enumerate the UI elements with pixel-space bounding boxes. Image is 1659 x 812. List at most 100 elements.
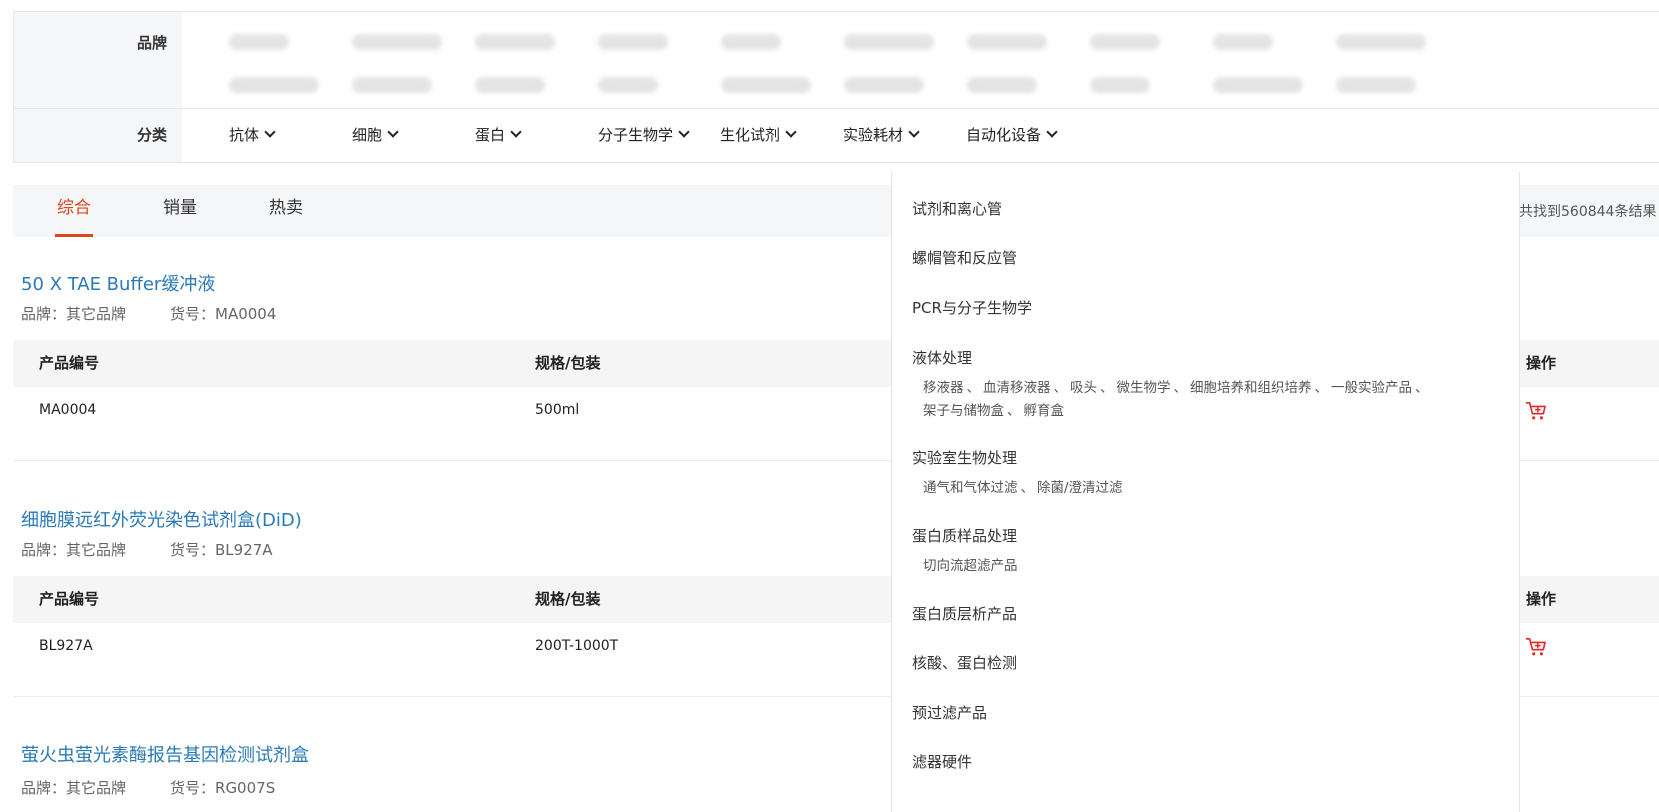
category-lab-consumables[interactable]: 实验耗材 (843, 109, 920, 162)
result-count: 共找到560844条结果 (1519, 204, 1657, 220)
brand-item-blurred[interactable] (967, 77, 1037, 93)
chevron-down-icon (387, 126, 399, 138)
add-to-cart-icon[interactable] (1525, 637, 1547, 657)
category-label: 细胞 (352, 126, 383, 144)
brand-item-blurred[interactable] (967, 34, 1047, 50)
dropdown-subitem[interactable]: 细胞培养和组织培养 (1190, 380, 1312, 396)
product-title[interactable]: 50 X TAE Buffer缓冲液 (21, 270, 215, 296)
product-brand: 品牌：其它品牌 (21, 541, 127, 559)
header-action: 操作 (1526, 590, 1557, 608)
dropdown-item[interactable]: 螺帽管和反应管 (912, 247, 1017, 268)
category-protein[interactable]: 蛋白 (475, 109, 522, 162)
dropdown-subitem[interactable]: 血清移液器 (983, 380, 1051, 396)
chevron-down-icon (264, 126, 276, 138)
dropdown-subitem[interactable]: 通气和气体过滤 (923, 480, 1018, 496)
lab-consumables-dropdown: 试剂和离心管 螺帽管和反应管 PCR与分子生物学 液体处理 移液器、血清移液器、… (891, 172, 1520, 812)
brand-item-blurred[interactable] (721, 34, 781, 50)
brand-item-blurred[interactable] (1336, 77, 1416, 93)
dropdown-subitem[interactable]: 一般实验产品 (1331, 380, 1412, 396)
dropdown-subitem[interactable]: 除菌/澄清过滤 (1037, 480, 1123, 496)
dropdown-item[interactable]: PCR与分子生物学 (912, 297, 1032, 318)
category-molecular-biology[interactable]: 分子生物学 (598, 109, 690, 162)
category-label: 生化试剂 (720, 126, 781, 144)
cell-code: MA0004 (39, 402, 97, 418)
filter-panel: 品牌 分类 抗体 细胞 蛋白 分子生物学 生化试剂 实验耗材 自动化设备 (13, 11, 1659, 163)
brand-item-blurred[interactable] (1090, 34, 1160, 50)
header-spec: 规格/包装 (535, 354, 601, 372)
brand-item-blurred[interactable] (1213, 77, 1303, 93)
product-brand: 品牌：其它品牌 (21, 305, 127, 323)
dropdown-item[interactable]: 液体处理 (912, 347, 972, 368)
dropdown-subitem[interactable]: 孵育盒 (1024, 403, 1065, 419)
chevron-down-icon (678, 126, 690, 138)
tab-comprehensive[interactable]: 综合 (55, 185, 93, 237)
product-meta: 品牌：其它品牌 货号：MA0004 (21, 303, 276, 324)
category-filter-row: 分类 抗体 细胞 蛋白 分子生物学 生化试剂 实验耗材 自动化设备 (14, 109, 1659, 162)
category-list: 抗体 细胞 蛋白 分子生物学 生化试剂 实验耗材 自动化设备 (182, 109, 1659, 162)
dropdown-subitems: 移液器、血清移液器、吸头、微生物学、细胞培养和组织培养、一般实验产品、架子与储物… (923, 380, 1429, 419)
product-meta: 品牌：其它品牌 货号：BL927A (21, 539, 273, 560)
chevron-down-icon (908, 126, 920, 138)
brand-item-blurred[interactable] (598, 77, 658, 93)
dropdown-subitem[interactable]: 微生物学 (1117, 380, 1171, 396)
tab-sales[interactable]: 销量 (163, 185, 197, 237)
category-label: 实验耗材 (843, 126, 904, 144)
category-antibody[interactable]: 抗体 (229, 109, 276, 162)
dropdown-subitem[interactable]: 架子与储物盒 (923, 403, 1004, 419)
brand-item-blurred[interactable] (1090, 77, 1150, 93)
cell-spec: 200T-1000T (535, 638, 619, 654)
dropdown-item[interactable]: 试剂和离心管 (912, 198, 1002, 219)
add-to-cart-icon[interactable] (1525, 401, 1547, 421)
brand-list-blurred (182, 12, 1659, 108)
dropdown-item[interactable]: 核酸、蛋白检测 (912, 652, 1017, 673)
product-title[interactable]: 萤火虫萤光素酶报告基因检测试剂盒 (21, 741, 309, 767)
dropdown-subitem[interactable]: 吸头 (1070, 380, 1097, 396)
cell-code: BL927A (39, 638, 93, 654)
brand-item-blurred[interactable] (229, 34, 289, 50)
product-sku: 货号：RG007S (170, 779, 276, 797)
dropdown-item[interactable]: 预过滤产品 (912, 702, 987, 723)
tab-hot[interactable]: 热卖 (269, 185, 303, 237)
dropdown-subitems: 通气和气体过滤、除菌/澄清过滤 (923, 480, 1123, 496)
category-label: 抗体 (229, 126, 260, 144)
header-action: 操作 (1526, 354, 1557, 372)
brand-item-blurred[interactable] (721, 77, 811, 93)
brand-filter-row: 品牌 (14, 12, 1659, 109)
product-sku: 货号：MA0004 (170, 305, 277, 323)
chevron-down-icon (785, 126, 797, 138)
brand-item-blurred[interactable] (1336, 34, 1426, 50)
category-label: 蛋白 (475, 126, 506, 144)
header-code: 产品编号 (39, 590, 100, 608)
brand-item-blurred[interactable] (352, 34, 442, 50)
dropdown-item[interactable]: 实验室生物处理 (912, 447, 1017, 468)
category-automation-equipment[interactable]: 自动化设备 (966, 109, 1058, 162)
dropdown-item[interactable]: 蛋白质层析产品 (912, 603, 1017, 624)
category-label: 分子生物学 (598, 126, 674, 144)
brand-item-blurred[interactable] (475, 34, 555, 50)
product-title[interactable]: 细胞膜远红外荧光染色试剂盒(DiD) (21, 506, 302, 532)
product-sku: 货号：BL927A (170, 541, 273, 559)
brand-item-blurred[interactable] (598, 34, 668, 50)
header-spec: 规格/包装 (535, 590, 601, 608)
brand-item-blurred[interactable] (475, 77, 545, 93)
category-filter-label: 分类 (14, 109, 182, 162)
category-label: 自动化设备 (966, 126, 1042, 144)
product-meta: 品牌：其它品牌 货号：RG007S (21, 777, 275, 798)
category-cell[interactable]: 细胞 (352, 109, 399, 162)
dropdown-subitem[interactable]: 移液器 (923, 380, 964, 396)
category-biochemical-reagents[interactable]: 生化试剂 (720, 109, 797, 162)
brand-item-blurred[interactable] (844, 34, 934, 50)
chevron-down-icon (510, 126, 522, 138)
cell-spec: 500ml (535, 402, 580, 418)
chevron-down-icon (1046, 126, 1058, 138)
brand-item-blurred[interactable] (352, 77, 432, 93)
brand-item-blurred[interactable] (229, 77, 319, 93)
product-brand: 品牌：其它品牌 (21, 779, 127, 797)
brand-filter-label: 品牌 (14, 12, 182, 108)
dropdown-item[interactable]: 蛋白质样品处理 (912, 525, 1017, 546)
brand-item-blurred[interactable] (844, 77, 924, 93)
brand-item-blurred[interactable] (1213, 34, 1273, 50)
header-code: 产品编号 (39, 354, 100, 372)
dropdown-item[interactable]: 滤器硬件 (912, 751, 972, 772)
dropdown-subitem[interactable]: 切向流超滤产品 (923, 558, 1018, 574)
